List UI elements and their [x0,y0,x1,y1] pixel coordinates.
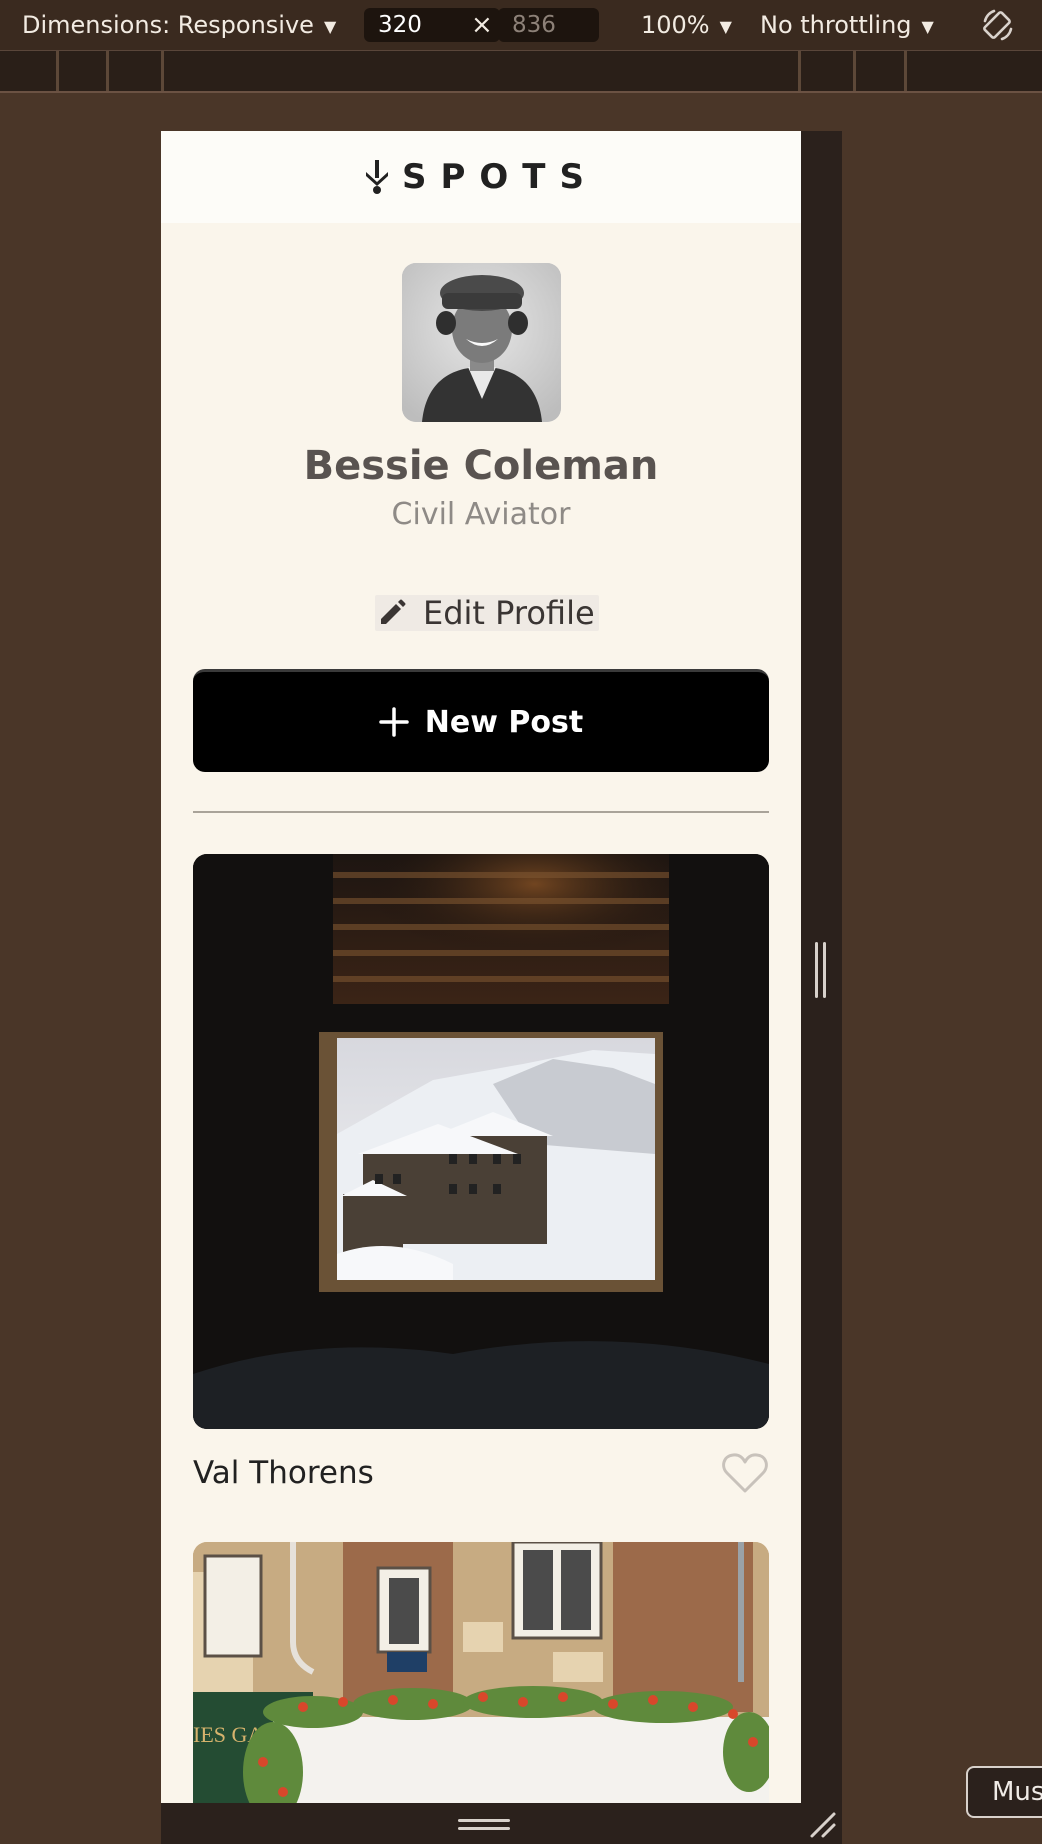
rotate-device-icon[interactable] [980,7,1016,43]
edit-profile-button[interactable]: Edit Profile [375,594,599,632]
dimensions-dropdown[interactable]: Dimensions: Responsive ▼ [22,0,336,50]
divider [193,811,769,813]
card-image[interactable] [193,854,769,1429]
pencil-icon [375,596,409,630]
profile-description: Civil Aviator [391,497,571,532]
logo[interactable]: SPOTS [364,157,598,197]
card-title: Val Thorens [193,1455,374,1491]
edit-profile-label: Edit Profile [423,594,595,632]
height-input[interactable]: 836 [498,8,599,42]
card-image[interactable]: IES GAUBERT [193,1542,769,1803]
times-symbol: × [471,10,493,40]
tooltip: Mus [966,1766,1042,1818]
device-viewport: SPOTS Bessie Coleman Civil Aviator Edit … [161,131,801,1803]
logo-text: SPOTS [402,157,598,197]
plus-icon [379,707,409,737]
site-header: SPOTS [161,131,801,223]
devtools-toolbar: Dimensions: Responsive ▼ 320 × 836 100% … [0,0,1042,50]
spots-logo-icon [366,160,388,194]
right-resize-handle[interactable] [815,942,827,998]
height-placeholder: 836 [512,12,556,38]
chevron-down-icon: ▼ [921,16,934,36]
tooltip-text: Mus [992,1777,1042,1807]
zoom-dropdown[interactable]: 100% ▼ [641,0,732,50]
dimensions-label: Dimensions: Responsive [22,11,314,39]
bottom-resize-handle[interactable] [458,1819,510,1831]
new-post-button[interactable]: New Post [193,669,769,772]
width-value: 320 [378,12,422,38]
corner-resize-icon[interactable] [808,1810,838,1840]
chevron-down-icon: ▼ [719,16,732,36]
throttling-dropdown[interactable]: No throttling ▼ [760,0,934,50]
profile-name: Bessie Coleman [303,443,659,489]
avatar [402,263,561,422]
heart-icon[interactable] [721,1452,769,1494]
new-post-label: New Post [424,704,584,740]
media-query-bar[interactable] [0,50,1042,93]
throttling-label: No throttling [760,11,912,39]
chevron-down-icon: ▼ [323,16,337,36]
zoom-label: 100% [641,11,710,39]
